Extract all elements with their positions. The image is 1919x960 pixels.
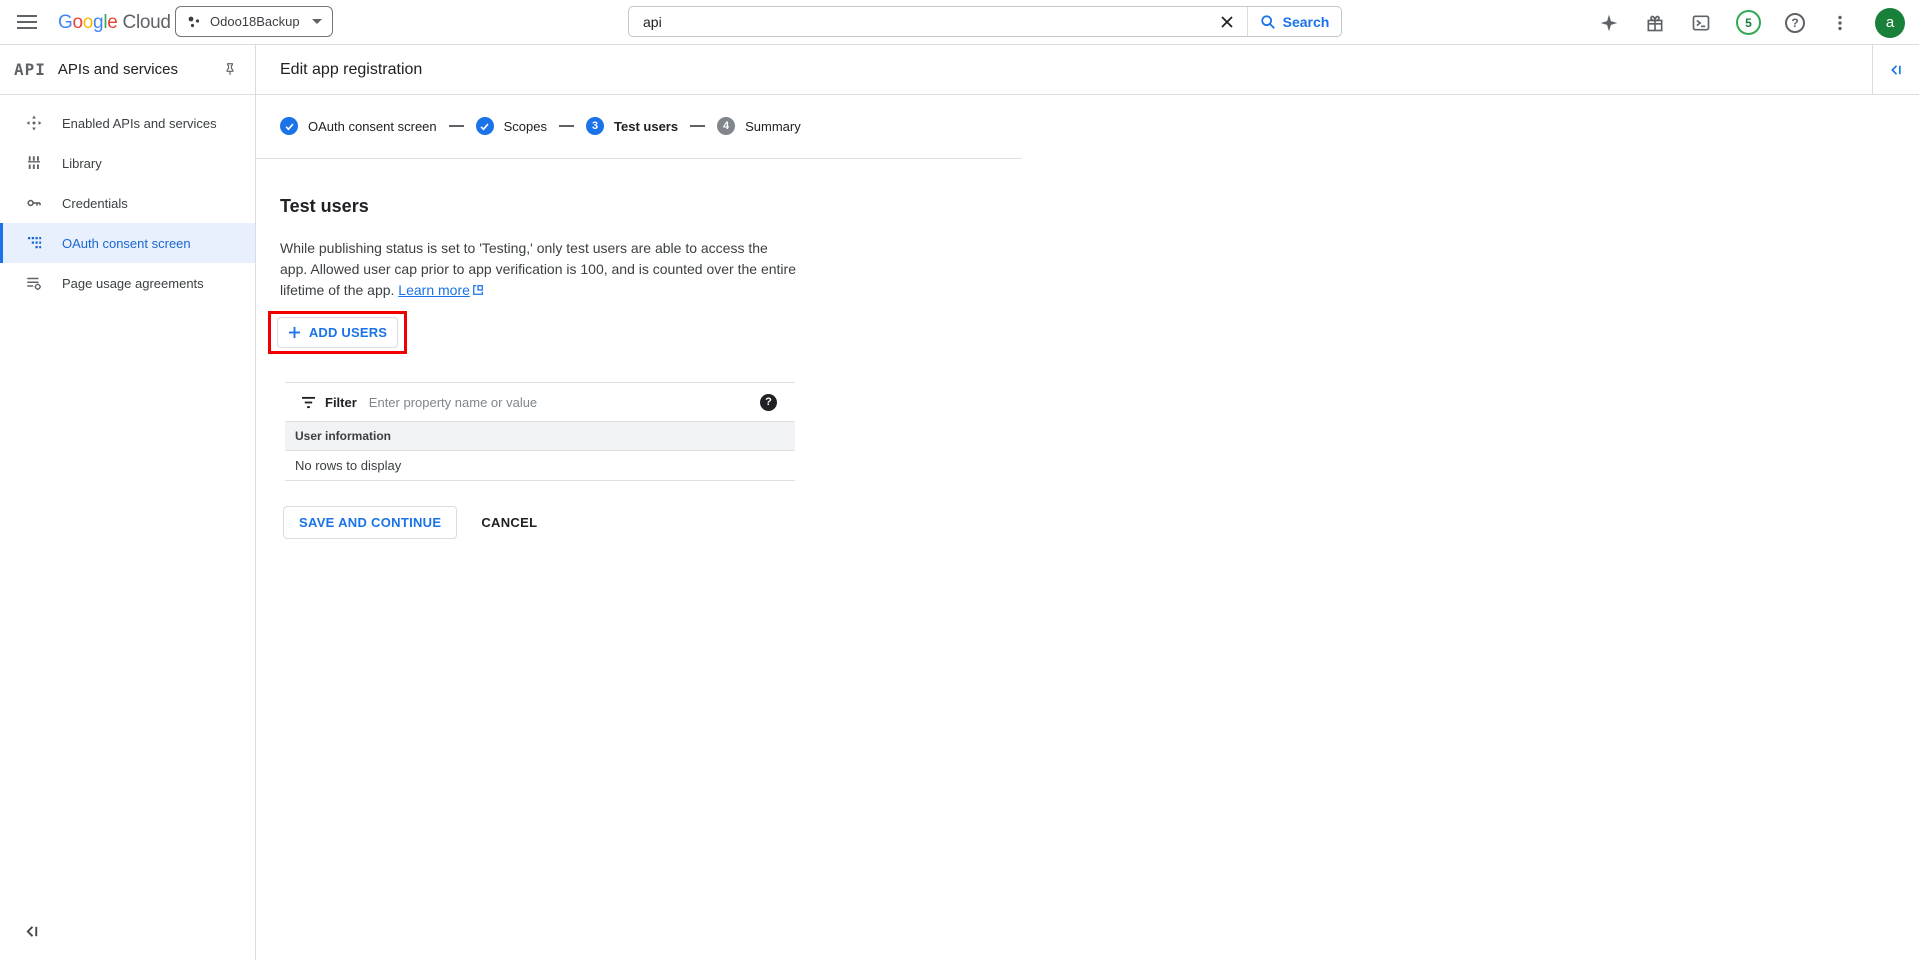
- step-separator: [448, 125, 464, 127]
- top-bar: Google Cloud Odoo18Backup api Search 5 ?…: [0, 0, 1919, 45]
- sidebar-item-label: Page usage agreements: [62, 275, 204, 291]
- panel-corner: [1872, 45, 1919, 95]
- sidebar: API APIs and services Enabled APIs and s…: [0, 45, 256, 960]
- help-icon[interactable]: ?: [1785, 12, 1805, 33]
- table-header-row: User information: [285, 421, 795, 450]
- notification-count: 5: [1745, 15, 1752, 30]
- step-summary[interactable]: 4 Summary: [717, 117, 801, 135]
- stepper: OAuth consent screen Scopes 3 Test users…: [280, 115, 801, 137]
- project-icon: [186, 14, 202, 30]
- external-link-icon: [472, 281, 484, 302]
- search-clear-icon[interactable]: [1207, 7, 1247, 36]
- test-users-table: Filter ? User information No rows to dis…: [285, 382, 795, 481]
- logo-cloud-word: Cloud: [122, 11, 171, 33]
- sidebar-item-label: OAuth consent screen: [62, 235, 191, 251]
- logo-letter: o: [82, 11, 94, 33]
- logo-letter: g: [93, 11, 104, 33]
- sidebar-title: APIs and services: [57, 61, 178, 78]
- sidebar-collapse-icon[interactable]: [24, 924, 41, 944]
- section-heading: Test users: [280, 196, 369, 216]
- save-and-continue-button[interactable]: SAVE AND CONTINUE: [283, 505, 458, 539]
- search-button[interactable]: Search: [1247, 7, 1341, 36]
- avatar[interactable]: a: [1875, 7, 1905, 38]
- step-label: Scopes: [503, 118, 548, 134]
- filter-help-icon[interactable]: ?: [760, 393, 777, 411]
- form-actions: SAVE AND CONTINUE CANCEL: [283, 505, 537, 539]
- column-header-user-information: User information: [295, 429, 392, 443]
- step-number-badge: 4: [717, 117, 736, 135]
- plus-icon: [288, 326, 301, 339]
- gemini-sparkle-icon[interactable]: [1598, 12, 1620, 34]
- step-oauth-consent-screen[interactable]: OAuth consent screen: [280, 117, 437, 135]
- step-label: Summary: [745, 118, 801, 134]
- add-users-button[interactable]: ADD USERS: [277, 317, 398, 348]
- step-label: Test users: [614, 118, 679, 134]
- search-input[interactable]: [629, 13, 1207, 30]
- table-empty-row: No rows to display: [285, 450, 795, 481]
- google-cloud-logo[interactable]: Google Cloud: [58, 0, 171, 45]
- logo-letter: G: [58, 11, 73, 33]
- notifications-badge[interactable]: 5: [1736, 10, 1761, 35]
- sidebar-item-oauth-consent-screen[interactable]: OAuth consent screen: [0, 223, 255, 263]
- step-scopes[interactable]: Scopes: [475, 117, 548, 135]
- api-logo: API: [14, 60, 46, 79]
- library-icon: [24, 153, 44, 173]
- top-bar-icons: 5 ? a: [1598, 0, 1905, 45]
- step-number-badge: 3: [586, 117, 605, 135]
- key-icon: [24, 193, 44, 213]
- sidebar-item-credentials[interactable]: Credentials: [0, 183, 255, 223]
- step-separator: [690, 125, 706, 127]
- hamburger-menu-icon[interactable]: [14, 11, 40, 33]
- avatar-letter: a: [1885, 14, 1895, 31]
- cloud-shell-icon[interactable]: [1690, 12, 1712, 34]
- project-selector[interactable]: Odoo18Backup: [175, 6, 333, 37]
- pin-icon[interactable]: [223, 61, 237, 82]
- chevron-down-icon: [311, 19, 322, 24]
- filter-row: Filter ?: [285, 383, 795, 421]
- google-cloud-console: Google Cloud Odoo18Backup api Search 5 ?…: [0, 0, 1919, 960]
- learn-more-link[interactable]: Learn more: [398, 282, 484, 298]
- step-done-check-icon: [475, 117, 494, 135]
- sidebar-item-page-usage-agreements[interactable]: Page usage agreements: [0, 263, 255, 303]
- sidebar-header: API APIs and services: [0, 45, 255, 95]
- sidebar-item-label: Enabled APIs and services: [62, 115, 217, 131]
- sidebar-item-library[interactable]: Library: [0, 143, 255, 183]
- step-label: OAuth consent screen: [308, 118, 437, 134]
- agreements-icon: [24, 273, 44, 293]
- sidebar-nav: Enabled APIs and services Library Creden…: [0, 95, 255, 303]
- main-header: Edit app registration: [256, 45, 1919, 95]
- search-bar: Search: [628, 6, 1342, 37]
- filter-icon: [301, 396, 316, 409]
- kebab-menu-icon[interactable]: [1829, 12, 1851, 34]
- collapse-panel-icon[interactable]: [1889, 63, 1904, 77]
- project-name: Odoo18Backup: [210, 14, 300, 29]
- enabled-apis-icon: [24, 113, 44, 133]
- section-description: While publishing status is set to 'Testi…: [280, 238, 796, 302]
- consent-screen-icon: [24, 233, 44, 253]
- step-done-check-icon: [280, 117, 298, 135]
- filter-input[interactable]: [368, 394, 760, 410]
- sidebar-item-label: Library: [62, 155, 102, 171]
- stepper-divider: [256, 158, 1022, 159]
- step-test-users[interactable]: 3 Test users: [586, 117, 678, 135]
- sidebar-item-enabled-apis[interactable]: Enabled APIs and services: [0, 103, 255, 143]
- logo-letter: o: [72, 11, 83, 33]
- add-users-label: ADD USERS: [308, 325, 388, 340]
- logo-letter: e: [107, 11, 118, 33]
- cancel-button[interactable]: CANCEL: [481, 515, 537, 530]
- sidebar-item-label: Credentials: [62, 195, 128, 211]
- filter-label: Filter: [325, 394, 357, 410]
- gift-icon[interactable]: [1644, 12, 1666, 34]
- step-separator: [559, 125, 575, 127]
- annotation-highlight-box: ADD USERS: [268, 311, 407, 354]
- search-button-label: Search: [1282, 13, 1330, 30]
- empty-table-message: No rows to display: [295, 458, 402, 473]
- page-title: Edit app registration: [280, 60, 423, 78]
